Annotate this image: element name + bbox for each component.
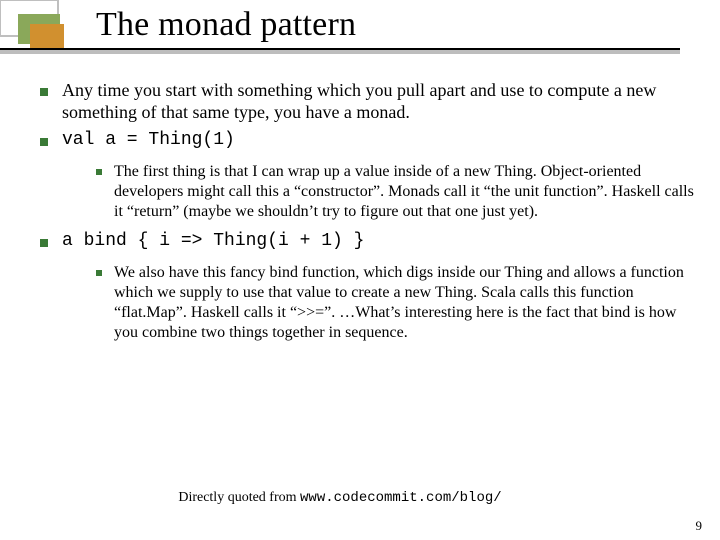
square-bullet-icon: [40, 88, 48, 96]
square-bullet-icon: [40, 239, 48, 247]
sub-bullet-text: We also have this fancy bind function, w…: [114, 263, 696, 342]
sub-bullet-item: We also have this fancy bind function, w…: [96, 263, 696, 342]
square-bullet-icon: [40, 138, 48, 146]
sub-bullet-text: The first thing is that I can wrap up a …: [114, 162, 696, 221]
page-number: 9: [696, 518, 703, 534]
bullet-item: Any time you start with something which …: [40, 80, 696, 124]
credit-line: Directly quoted from www.codecommit.com/…: [0, 490, 680, 506]
bullet-text: val a = Thing(1): [62, 130, 696, 152]
bullet-item: val a = Thing(1): [40, 130, 696, 152]
square-bullet-icon: [96, 169, 102, 175]
sub-bullet-item: The first thing is that I can wrap up a …: [96, 162, 696, 221]
credit-prefix: Directly quoted from: [178, 490, 300, 505]
bullet-text: a bind { i => Thing(i + 1) }: [62, 231, 696, 253]
page-title: The monad pattern: [96, 6, 356, 43]
credit-source: www.codecommit.com/blog/: [300, 490, 502, 506]
title-underline-shadow: [0, 50, 680, 54]
slide-content: Any time you start with something which …: [40, 76, 696, 353]
bullet-text: Any time you start with something which …: [62, 80, 696, 124]
bullet-item: a bind { i => Thing(i + 1) }: [40, 231, 696, 253]
square-bullet-icon: [96, 270, 102, 276]
